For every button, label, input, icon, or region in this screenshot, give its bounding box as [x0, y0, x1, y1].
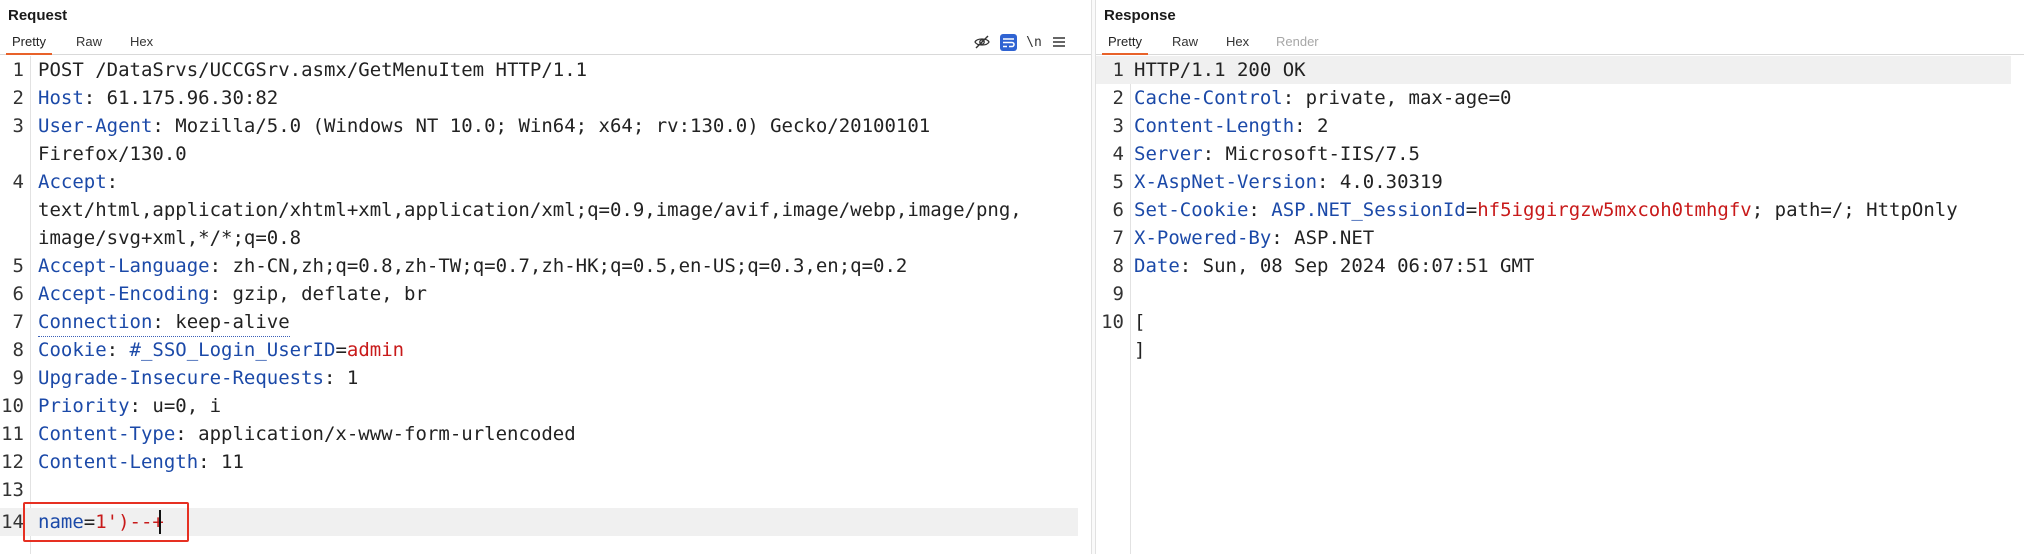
menu-icon[interactable]: [1049, 32, 1069, 52]
request-title: Request: [8, 7, 68, 24]
request-line: 7 Connection: keep-alive: [0, 308, 1078, 337]
response-line: 9: [1112, 283, 1124, 305]
request-editor[interactable]: 1 POST /DataSrvs/UCCGSrv.asmx/GetMenuItem…: [0, 56, 1091, 554]
request-line: 11 Content-Type: application/x-www-form-u…: [1, 423, 576, 445]
request-line: 5 Accept-Language: zh-CN,zh;q=0.8,zh-TW;q…: [12, 255, 908, 277]
request-line: Firefox/130.0: [38, 143, 187, 165]
response-line: 5 X-AspNet-Version: 4.0.30319: [1112, 171, 1443, 193]
request-line: text/html,application/xhtml+xml,applicat…: [38, 199, 1022, 221]
response-tab-pretty[interactable]: Pretty: [1102, 34, 1148, 55]
response-title: Response: [1104, 7, 1176, 24]
response-tab-raw[interactable]: Raw: [1172, 34, 1198, 49]
response-tab-hex[interactable]: Hex: [1226, 34, 1249, 49]
request-tab-pretty[interactable]: Pretty: [6, 34, 52, 55]
eye-slash-icon[interactable]: [972, 32, 992, 52]
response-panel: Response Pretty Raw Hex Render 1 HTTP/1.1…: [1096, 0, 2024, 554]
request-tabs: Pretty Raw Hex: [0, 30, 1091, 55]
request-line: 13: [1, 479, 24, 501]
response-line: 8 Date: Sun, 08 Sep 2024 06:07:51 GMT: [1112, 255, 1535, 277]
request-panel: Request Pretty Raw Hex \n 1 POST /DataSrv…: [0, 0, 1091, 554]
request-line: 10 Priority: u=0, i: [1, 395, 222, 417]
request-line: 9 Upgrade-Insecure-Requests: 1: [12, 367, 359, 389]
response-line: 4 Server: Microsoft-IIS/7.5: [1112, 143, 1420, 165]
response-line: 1 HTTP/1.1 200 OK: [1096, 56, 2011, 84]
newline-toggle-icon[interactable]: \n: [1024, 32, 1044, 52]
response-tab-render[interactable]: Render: [1276, 34, 1319, 49]
request-line: 3 User-Agent: Mozilla/5.0 (Windows NT 10.…: [12, 115, 931, 137]
payload-highlight-box: [23, 502, 189, 542]
request-line: 4 Accept:: [12, 171, 119, 193]
response-editor[interactable]: 1 HTTP/1.1 200 OK 2 Cache-Control: private…: [1096, 56, 2024, 554]
response-line: 2 Cache-Control: private, max-age=0: [1112, 87, 1512, 109]
response-line: 7 X-Powered-By: ASP.NET: [1112, 227, 1375, 249]
response-line: 10[: [1101, 311, 1146, 333]
request-tab-hex[interactable]: Hex: [130, 34, 153, 49]
request-line: image/svg+xml,*/*;q=0.8: [38, 227, 302, 249]
request-line: 6 Accept-Encoding: gzip, deflate, br: [12, 283, 427, 305]
request-line: 1 POST /DataSrvs/UCCGSrv.asmx/GetMenuItem…: [12, 59, 588, 81]
request-tab-raw[interactable]: Raw: [76, 34, 102, 49]
response-line: ]: [1134, 339, 1146, 361]
request-line: 12 Content-Length: 11: [1, 451, 244, 473]
response-line: 3 Content-Length: 2: [1112, 115, 1329, 137]
text-caret: [159, 510, 161, 534]
request-line: 2 Host: 61.175.96.30:82: [12, 87, 279, 109]
request-line: 8 Cookie: #_SSO_Login_UserID=admin: [12, 339, 405, 361]
wrap-lines-icon[interactable]: [998, 32, 1018, 52]
response-tabs: Pretty Raw Hex Render: [1096, 30, 2024, 55]
response-line: 6 Set-Cookie: ASP.NET_SessionId=hf5iggirg…: [1112, 199, 1958, 221]
